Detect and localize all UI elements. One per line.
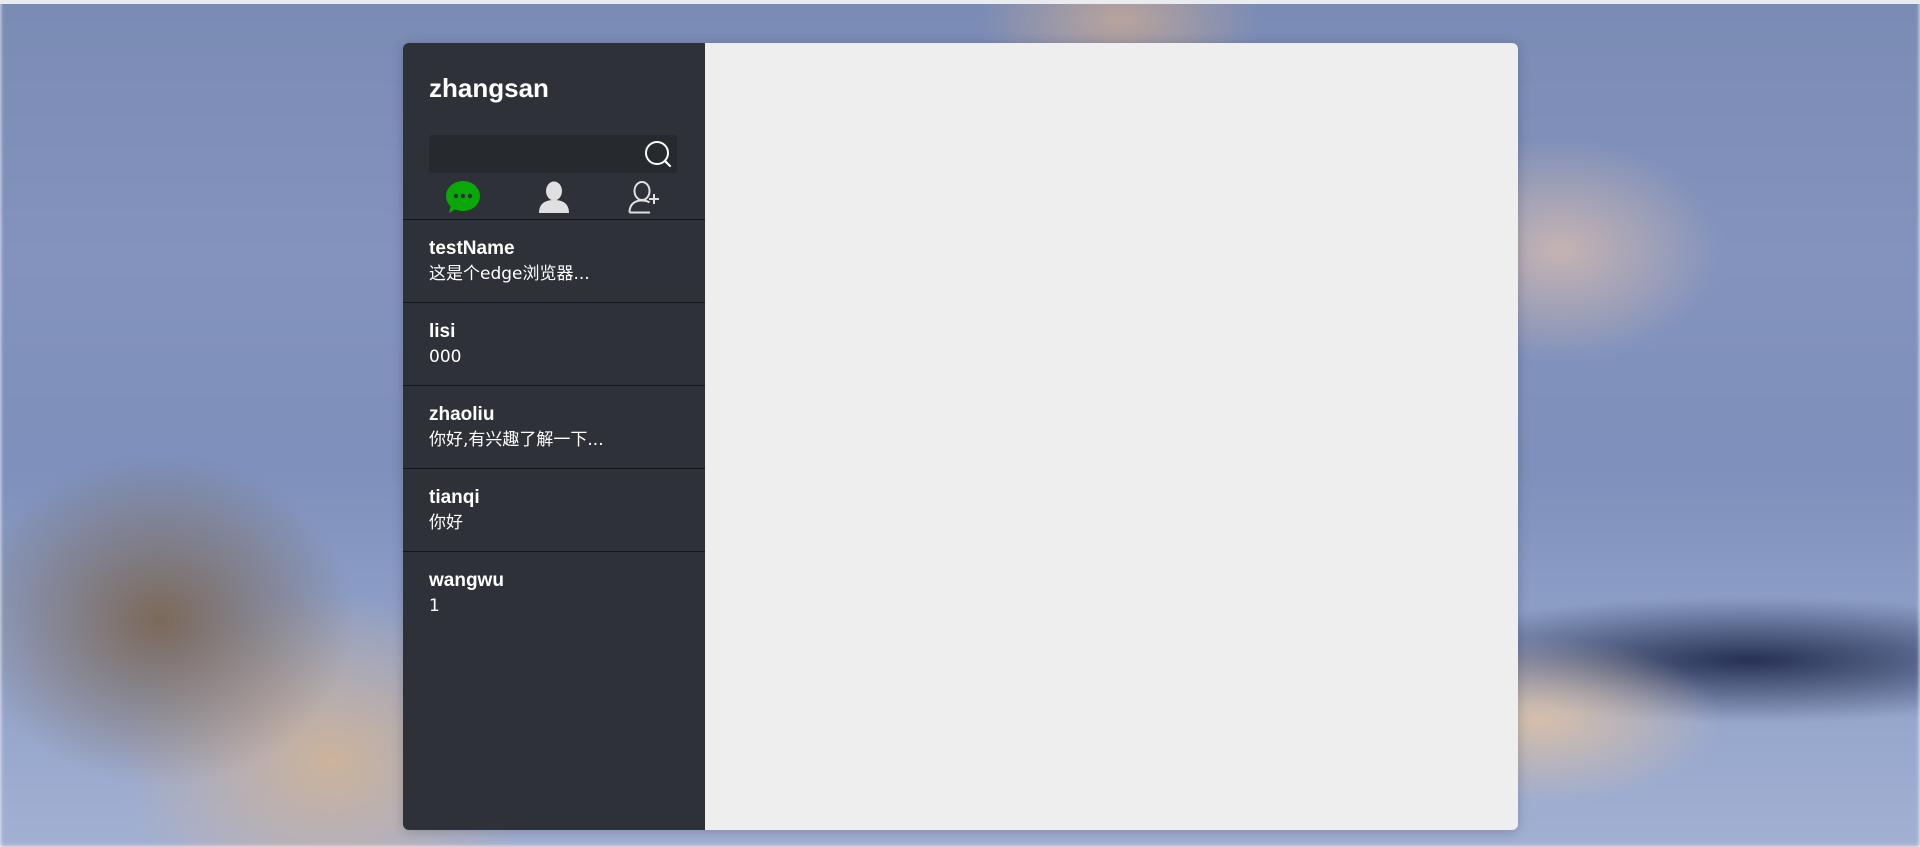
tab-chat[interactable]: [443, 179, 483, 219]
conversation-name: testName: [429, 238, 515, 259]
search-input[interactable]: [429, 135, 634, 173]
chat-main-panel: [705, 43, 1518, 830]
conversation-item[interactable]: tianqi 你好: [403, 469, 705, 552]
tab-add-friend[interactable]: [625, 179, 665, 219]
search-box: [429, 135, 677, 173]
conversation-name: lisi: [429, 321, 456, 342]
conversation-last-message: 你好: [429, 513, 463, 533]
tab-contacts[interactable]: [534, 179, 574, 219]
conversation-name: wangwu: [429, 570, 504, 591]
sidebar: zhangsan testName 这是个edge浏览器... lisi 000…: [403, 43, 705, 830]
search-icon[interactable]: [643, 139, 673, 169]
add-person-icon: [628, 180, 662, 218]
current-username: zhangsan: [429, 73, 549, 103]
conversation-list: testName 这是个edge浏览器... lisi 000 zhaoliu …: [403, 220, 705, 830]
conversation-item[interactable]: lisi 000: [403, 303, 705, 386]
conversation-last-message: 你好,有兴趣了解一下...: [429, 430, 604, 450]
conversation-last-message: 这是个edge浏览器...: [429, 264, 590, 284]
person-icon: [538, 180, 570, 218]
conversation-last-message: 000: [429, 347, 462, 367]
top-strip: [0, 0, 1920, 4]
conversation-item[interactable]: testName 这是个edge浏览器...: [403, 220, 705, 303]
conversation-item[interactable]: zhaoliu 你好,有兴趣了解一下...: [403, 386, 705, 469]
sidebar-tabs: [403, 179, 705, 220]
conversation-name: zhaoliu: [429, 404, 495, 425]
conversation-last-message: 1: [429, 596, 440, 616]
chat-bubble-icon: [445, 179, 481, 219]
chat-app-window: zhangsan testName 这是个edge浏览器... lisi 000…: [403, 43, 1518, 830]
conversation-name: tianqi: [429, 487, 480, 508]
conversation-item[interactable]: wangwu 1: [403, 552, 705, 635]
